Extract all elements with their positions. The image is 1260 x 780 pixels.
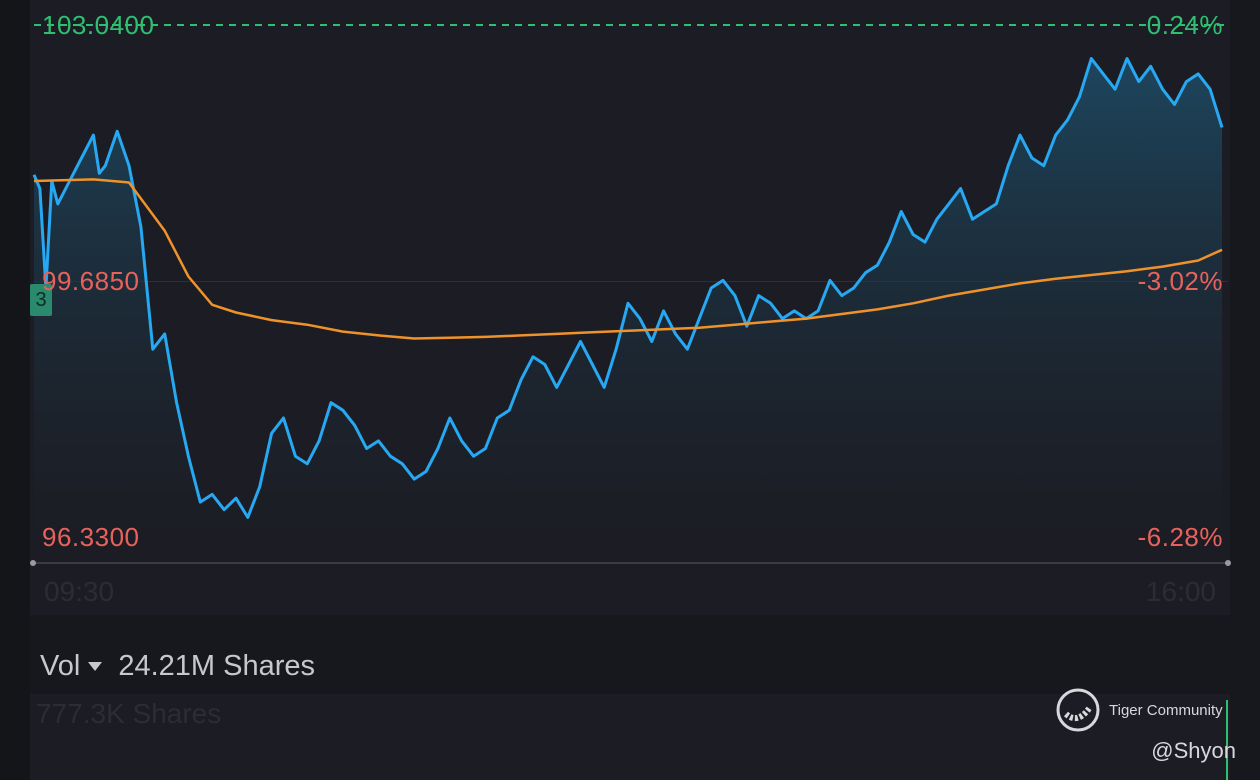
- axis-start-dot: [30, 560, 36, 566]
- x-tick-start: 09:30: [44, 576, 115, 607]
- y-tick-right-bottom: -6.28%: [1137, 522, 1223, 552]
- tiger-community-watermark: Tiger Community: [1055, 687, 1223, 733]
- y-tick-right-top: 0.24%: [1146, 10, 1223, 40]
- y-tick-right-mid: -3.02%: [1137, 266, 1223, 296]
- watermark-brand: Tiger Community: [1109, 701, 1223, 719]
- volume-label: Vol: [40, 650, 81, 682]
- author-handle: @Shyon: [1151, 738, 1236, 763]
- price-area-fill: [34, 58, 1222, 538]
- price-chart[interactable]: [0, 0, 1260, 615]
- volume-header[interactable]: Vol 24.21M Shares: [40, 650, 315, 683]
- volume-total: 24.21M Shares: [118, 650, 315, 682]
- volume-sub-value: 777.3K Shares: [36, 698, 222, 729]
- axis-end-dot: [1225, 560, 1231, 566]
- x-tick-end: 16:00: [1145, 576, 1216, 607]
- y-tick-left-mid: 99.6850: [42, 266, 140, 296]
- y-tick-left-bottom: 96.3300: [42, 522, 140, 552]
- caret-down-icon[interactable]: [88, 662, 103, 671]
- y-tick-left-top: 103.0400: [42, 10, 155, 40]
- tiger-logo-icon: [1056, 688, 1100, 732]
